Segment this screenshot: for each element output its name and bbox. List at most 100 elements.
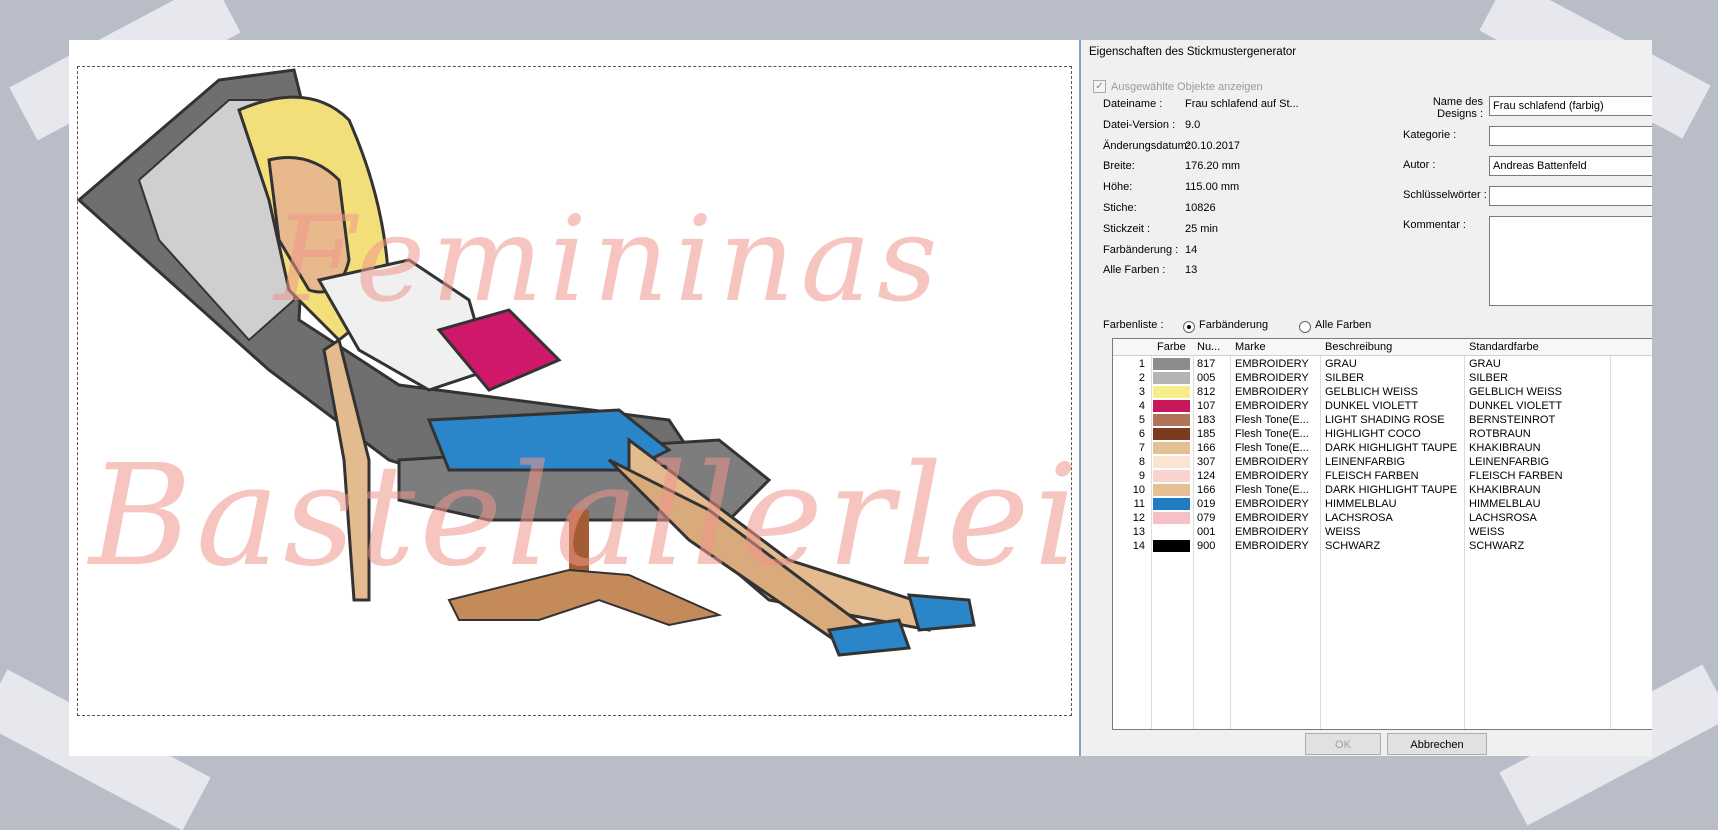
keywords-input[interactable] (1489, 186, 1652, 206)
color-swatch (1153, 428, 1190, 440)
row-index: 1 (1138, 358, 1145, 370)
column-header[interactable]: Standardfarbe (1469, 341, 1539, 353)
column-header[interactable]: Farbe (1157, 341, 1186, 353)
row-index: 2 (1138, 372, 1145, 384)
row-index: 13 (1132, 526, 1145, 538)
column-header[interactable]: Beschreibung (1325, 341, 1392, 353)
author-label: Autor : (1403, 159, 1436, 171)
property-label: Höhe: (1103, 181, 1133, 194)
thread-number: 005 (1197, 372, 1216, 384)
table-row[interactable]: 8 307 EMBROIDERY LEINENFARBIG LEINENFARBIG (1113, 455, 1652, 469)
color-table[interactable]: Farbe Nu... Marke Beschreibung Standardf… (1112, 338, 1652, 730)
thread-number: 812 (1197, 386, 1216, 398)
properties-dialog: Eigenschaften des Stickmustergenerator ✓… (1079, 40, 1652, 756)
table-row[interactable]: 13 001 EMBROIDERY WEISS WEISS (1113, 525, 1652, 539)
thread-description: SILBER (1325, 372, 1365, 384)
comment-label: Kommentar : (1403, 219, 1466, 231)
radio-color-change[interactable] (1183, 321, 1195, 333)
color-swatch (1153, 358, 1190, 370)
property-label: Stiche: (1103, 202, 1137, 214)
thread-number: 183 (1197, 414, 1216, 426)
table-row[interactable]: 4 107 EMBROIDERY DUNKEL VIOLETT DUNKEL VIOLE… (1113, 399, 1652, 413)
table-row[interactable]: 3 812 EMBROIDERY GELBLICH WEISS GELBLICH WEI… (1113, 385, 1652, 399)
color-swatch (1153, 456, 1190, 468)
thread-number: 124 (1197, 470, 1216, 482)
radio-color-change-label: Farbänderung (1199, 319, 1269, 331)
category-input[interactable] (1489, 126, 1652, 146)
table-row[interactable]: 10 166 Flesh Tone(E... DARK HIGHLIGHT TAUPE… (1113, 483, 1652, 497)
table-row[interactable]: 1 817 EMBROIDERY GRAU GRAU (1113, 357, 1652, 371)
color-swatch (1153, 526, 1190, 538)
thread-number: 900 (1197, 540, 1216, 552)
standard-color: ROTBRAUN (1469, 428, 1531, 440)
dialog-title: Eigenschaften des Stickmustergenerator (1089, 46, 1297, 58)
table-row[interactable]: 7 166 Flesh Tone(E... DARK HIGHLIGHT TAUPE K… (1113, 441, 1652, 455)
thread-number: 019 (1197, 498, 1216, 510)
thread-brand: EMBROIDERY (1235, 512, 1309, 524)
property-label: Änderungsdatum: (1103, 139, 1190, 152)
design-name-input[interactable] (1489, 96, 1652, 116)
column-header[interactable]: Nu... (1197, 341, 1220, 353)
thread-brand: EMBROIDERY (1235, 498, 1309, 510)
property-label: Stickzeit : (1103, 222, 1151, 235)
thread-brand: Flesh Tone(E... (1235, 484, 1309, 496)
color-swatch (1153, 484, 1190, 496)
thread-description: GRAU (1325, 358, 1357, 370)
standard-color: SCHWARZ (1469, 540, 1525, 552)
show-selected-label: Ausgewählte Objekte anzeigen (1111, 80, 1263, 93)
thread-description: DUNKEL VIOLETT (1325, 400, 1419, 412)
thread-brand: Flesh Tone(E... (1235, 414, 1309, 426)
thread-brand: EMBROIDERY (1235, 400, 1309, 412)
table-row[interactable]: 14 900 EMBROIDERY SCHWARZ SCHWARZ (1113, 539, 1652, 553)
row-index: 9 (1138, 470, 1145, 482)
category-label: Kategorie : (1403, 129, 1457, 141)
property-value: 20.10.2017 (1185, 139, 1241, 152)
thread-description: FLEISCH FARBEN (1325, 470, 1419, 482)
property-value: 176.20 mm (1185, 160, 1241, 173)
property-label: Dateiname : (1103, 98, 1163, 110)
row-index: 4 (1138, 400, 1145, 412)
cancel-button[interactable]: Abbrechen (1387, 733, 1487, 755)
property-label: Alle Farben : (1103, 264, 1166, 277)
property-value: 10826 (1185, 202, 1216, 214)
table-row[interactable]: 11 019 EMBROIDERY HIMMELBLAU HIMMELBLAU (1113, 497, 1652, 511)
ok-button[interactable]: OK (1305, 733, 1381, 755)
standard-color: WEISS (1469, 526, 1505, 538)
table-row[interactable]: 9 124 EMBROIDERY FLEISCH FARBEN FLEISCH FARB… (1113, 469, 1652, 483)
thread-description: HIGHLIGHT COCO (1325, 428, 1421, 440)
column-header[interactable]: Marke (1235, 341, 1266, 353)
comment-textarea[interactable] (1489, 216, 1652, 306)
thread-description: SCHWARZ (1325, 540, 1381, 552)
standard-color: DUNKEL VIOLETT (1469, 400, 1563, 412)
color-swatch (1153, 400, 1190, 412)
keywords-label: Schlüsselwörter : (1403, 189, 1487, 201)
author-input[interactable] (1489, 156, 1652, 176)
thread-description: GELBLICH WEISS (1325, 386, 1418, 398)
color-swatch (1153, 470, 1190, 482)
table-row[interactable]: 6 185 Flesh Tone(E... HIGHLIGHT COCO ROTBRAU… (1113, 427, 1652, 441)
table-row[interactable]: 12 079 EMBROIDERY LACHSROSA LACHSROSA (1113, 511, 1652, 525)
thread-number: 166 (1197, 442, 1216, 454)
thread-description: WEISS (1325, 526, 1361, 538)
table-row[interactable]: 2 005 EMBROIDERY SILBER SILBER (1113, 371, 1652, 385)
color-swatch (1153, 386, 1190, 398)
show-selected-checkbox[interactable]: ✓ Ausgewählte Objekte anzeigen (1093, 80, 1263, 93)
table-header: Farbe Nu... Marke Beschreibung Standardf… (1113, 339, 1652, 356)
radio-all-colors[interactable] (1299, 321, 1311, 333)
thread-description: HIMMELBLAU (1325, 498, 1397, 510)
thread-number: 001 (1197, 526, 1216, 538)
property-value: 14 (1185, 243, 1198, 256)
color-list-label: Farbenliste : (1103, 319, 1164, 331)
standard-color: BERNSTEINROT (1469, 414, 1556, 426)
thread-brand: EMBROIDERY (1235, 456, 1309, 468)
thread-brand: EMBROIDERY (1235, 358, 1309, 370)
color-swatch (1153, 372, 1190, 384)
property-label: Datei-Version : (1103, 118, 1176, 131)
thread-brand: Flesh Tone(E... (1235, 428, 1309, 440)
standard-color: FLEISCH FARBEN (1469, 470, 1563, 482)
table-row[interactable]: 5 183 Flesh Tone(E... LIGHT SHADING ROSE BER… (1113, 413, 1652, 427)
thread-description: LACHSROSA (1325, 512, 1393, 524)
thread-brand: EMBROIDERY (1235, 526, 1309, 538)
row-index: 12 (1132, 512, 1145, 524)
thread-description: DARK HIGHLIGHT TAUPE (1325, 484, 1458, 496)
